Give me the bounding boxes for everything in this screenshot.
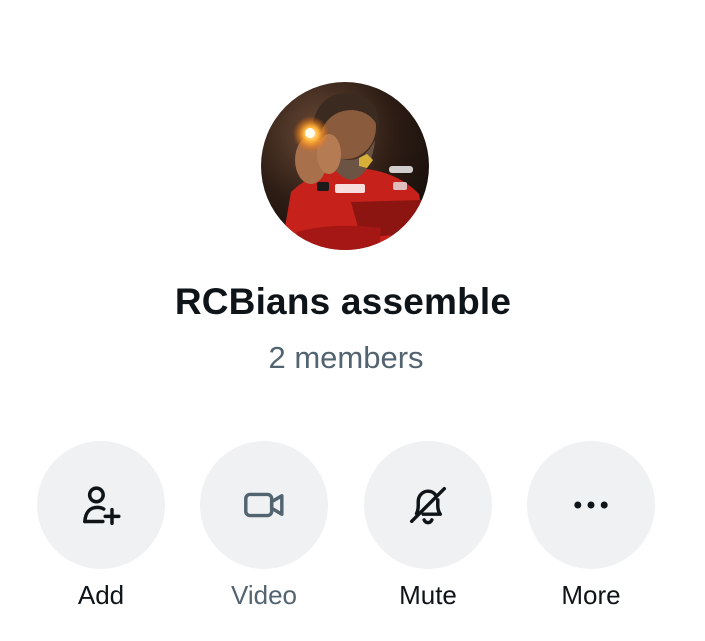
mute-label: Mute [399, 580, 457, 610]
more-dots-icon [574, 501, 608, 509]
more-button[interactable]: More [526, 441, 656, 611]
member-count[interactable]: 2 members [0, 340, 692, 376]
bell-muted-icon [409, 486, 447, 525]
more-label: More [561, 580, 621, 610]
add-button-circle[interactable] [37, 441, 165, 569]
add-user-icon [83, 486, 121, 526]
group-name: RCBians assemble [174, 281, 512, 322]
video-button[interactable]: Video [199, 441, 329, 611]
mute-button[interactable]: Mute [363, 441, 493, 611]
video-label: Video [230, 580, 298, 610]
mute-button-circle[interactable] [364, 441, 492, 569]
group-avatar[interactable] [261, 82, 429, 250]
add-label: Add [77, 580, 125, 610]
add-button[interactable]: Add [36, 441, 166, 611]
more-button-circle[interactable] [527, 441, 655, 569]
group-avatar-image [261, 82, 429, 250]
video-button-circle[interactable] [200, 441, 328, 569]
video-camera-icon [244, 492, 284, 518]
